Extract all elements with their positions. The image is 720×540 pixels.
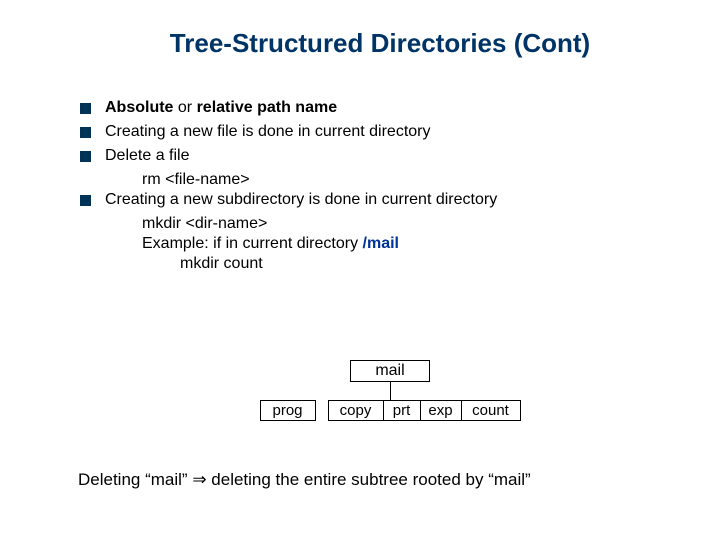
bullet-4-sub1: mkdir <dir-name> [142,215,720,233]
slide-title: Tree-Structured Directories (Cont) [0,0,720,59]
path-name-word: path name [253,99,337,116]
relative-word: relative [197,99,253,116]
footer-a: Deleting “mail” [78,470,192,489]
bullet-2-text: Creating a new file is done in current d… [105,123,431,141]
node-mail: mail [350,360,430,382]
or-word: or [173,99,196,116]
node-prt: prt [384,400,421,421]
bullet-icon [80,127,91,138]
node-count: count [462,400,521,421]
tree-connector [390,382,391,400]
bullet-3-text: Delete a file [105,147,190,165]
example-prefix: Example: if in current directory [142,235,363,252]
bullet-4-example: Example: if in current directory /mail [142,235,720,253]
bullet-icon [80,151,91,162]
implies-icon: ⇒ [192,470,206,489]
node-copy: copy [328,400,384,421]
bullet-1-text: Absolute or relative path name [105,99,337,117]
example-path: /mail [363,235,399,252]
bullet-4: Creating a new subdirectory is done in c… [80,191,720,209]
bullet-3: Delete a file [80,147,720,165]
content-area: Absolute or relative path name Creating … [80,99,720,273]
bullet-4-text: Creating a new subdirectory is done in c… [105,191,497,209]
tree-diagram: mail prog copy prt exp count [230,360,550,421]
tree-children-row: prog copy prt exp count [230,400,550,421]
bullet-4-sub2: mkdir count [180,255,720,273]
footer-note: Deleting “mail” ⇒ deleting the entire su… [78,470,531,490]
bullet-icon [80,195,91,206]
node-prog: prog [260,400,316,421]
bullet-icon [80,103,91,114]
bullet-3-sub: rm <file-name> [142,171,720,189]
footer-b: deleting the entire subtree rooted by “m… [207,470,531,489]
bullet-2: Creating a new file is done in current d… [80,123,720,141]
bullet-1: Absolute or relative path name [80,99,720,117]
node-exp: exp [421,400,462,421]
absolute-word: Absolute [105,99,173,116]
